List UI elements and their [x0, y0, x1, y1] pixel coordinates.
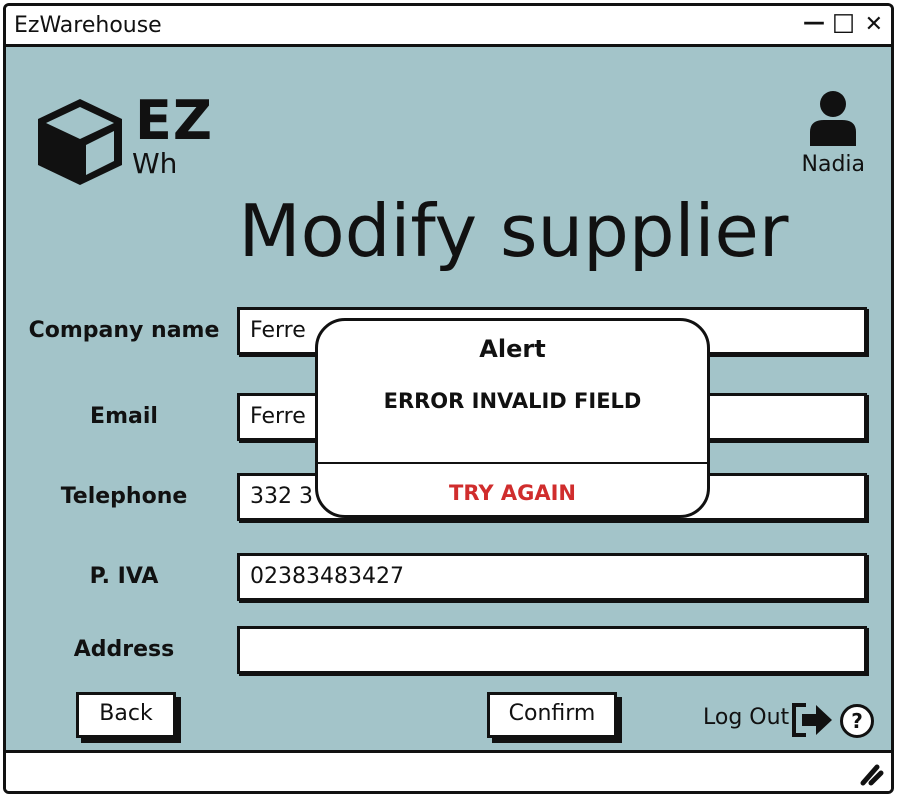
address-field[interactable]: [237, 626, 867, 674]
help-icon[interactable]: ?: [840, 704, 874, 738]
main-content: EZ Wh Nadia Modify supplier Company name…: [6, 47, 891, 757]
user-icon: [810, 91, 857, 146]
minimize-icon[interactable]: —: [803, 10, 825, 36]
back-button[interactable]: Back: [76, 692, 176, 738]
user-name: Nadia: [801, 152, 866, 177]
confirm-button[interactable]: Confirm: [487, 692, 617, 738]
try-again-button[interactable]: TRY AGAIN: [318, 481, 707, 505]
alert-title: Alert: [479, 335, 546, 363]
piva-field[interactable]: 02383483427: [237, 553, 867, 601]
close-icon[interactable]: ✕: [865, 12, 883, 38]
box-icon: [38, 99, 122, 185]
email-label: Email: [90, 404, 158, 429]
title-bar: EzWarehouse — ☐ ✕: [6, 6, 891, 47]
logo-text-ez: EZ: [135, 89, 214, 152]
page-title: Modify supplier: [238, 189, 789, 273]
alert-divider: [318, 462, 707, 464]
user-profile[interactable]: Nadia: [801, 90, 866, 177]
alert-dialog: Alert ERROR INVALID FIELD TRY AGAIN: [315, 318, 710, 518]
telephone-label: Telephone: [60, 484, 188, 509]
window-title: EzWarehouse: [14, 13, 162, 38]
piva-label: P. IVA: [89, 564, 159, 589]
logout-arrow-icon[interactable]: [790, 701, 834, 739]
pen-icon: [860, 764, 884, 786]
alert-message: ERROR INVALID FIELD: [383, 389, 642, 413]
address-label: Address: [73, 637, 175, 662]
app-window: EzWarehouse — ☐ ✕ EZ Wh Nadia Modify sup…: [3, 3, 894, 794]
company-name-label: Company name: [28, 318, 220, 343]
logout-link[interactable]: Log Out: [703, 705, 789, 730]
maximize-icon[interactable]: ☐: [832, 12, 855, 38]
status-bar: [6, 750, 891, 791]
logo-text-wh: Wh: [132, 147, 178, 180]
